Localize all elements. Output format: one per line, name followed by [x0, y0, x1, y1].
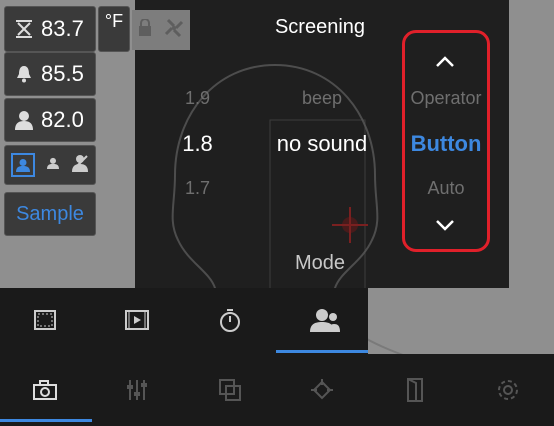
timer-icon[interactable]	[205, 300, 255, 340]
person-small-icon[interactable]	[47, 156, 59, 175]
door-icon[interactable]	[390, 370, 440, 410]
status-icons	[132, 10, 190, 50]
overlay-icon[interactable]	[205, 370, 255, 410]
spot-icon[interactable]	[297, 370, 347, 410]
temperature-unit: °F	[104, 11, 124, 31]
chevron-down-icon[interactable]	[430, 215, 460, 235]
sample-button-label: Sample	[16, 202, 84, 225]
mode-option-above[interactable]: Operator	[396, 88, 496, 112]
person-mode-tile	[4, 145, 96, 185]
screening-title: Screening	[274, 16, 366, 38]
mode-option-selected[interactable]: Button	[396, 131, 496, 161]
mode-option-below[interactable]: Auto	[396, 178, 496, 202]
lock-icon	[138, 17, 152, 42]
camera-icon[interactable]	[20, 370, 70, 410]
person-icon	[13, 109, 35, 131]
frame-icon[interactable]	[20, 300, 70, 340]
bell-icon	[13, 63, 35, 85]
bottom-active-indicator	[0, 419, 92, 422]
sound-option-below[interactable]	[252, 178, 392, 202]
person-temperature-value: 82.0	[41, 107, 84, 132]
max-temperature-tile: 83.7	[4, 6, 96, 52]
mode-picker[interactable]: Operator Button Auto	[396, 88, 496, 202]
video-icon[interactable]	[112, 300, 162, 340]
max-temperature-value: 83.7	[41, 16, 84, 41]
active-tab-indicator	[276, 350, 368, 353]
spot-crosshair-icon	[332, 207, 368, 243]
unit-tile: °F	[98, 6, 130, 52]
max-temperature-icon	[13, 18, 35, 40]
sound-option-above[interactable]: beep	[252, 88, 392, 112]
numeric-option-selected[interactable]: 1.8	[160, 131, 235, 161]
person-temperature-tile: 82.0	[4, 98, 96, 142]
sound-option-selected[interactable]: no sound	[252, 131, 392, 161]
mode-label: Mode	[294, 252, 346, 274]
chevron-up-icon[interactable]	[430, 52, 460, 72]
sound-picker[interactable]: beep no sound	[252, 88, 392, 202]
alarm-temperature-tile: 85.5	[4, 52, 96, 96]
person-muted-icon[interactable]	[71, 154, 89, 177]
numeric-picker[interactable]: 1.9 1.8 1.7	[160, 88, 235, 202]
numeric-option-above[interactable]: 1.9	[160, 88, 235, 112]
person-frame-icon[interactable]	[11, 153, 35, 177]
main-toolbar	[0, 354, 554, 426]
screening-people-icon[interactable]	[295, 300, 355, 340]
numeric-option-below[interactable]: 1.7	[160, 178, 235, 202]
sliders-icon[interactable]	[112, 370, 162, 410]
alarm-temperature-value: 85.5	[41, 61, 84, 86]
settings-icon[interactable]	[483, 370, 533, 410]
fan-icon	[164, 18, 184, 43]
sample-button[interactable]: Sample	[4, 192, 96, 236]
